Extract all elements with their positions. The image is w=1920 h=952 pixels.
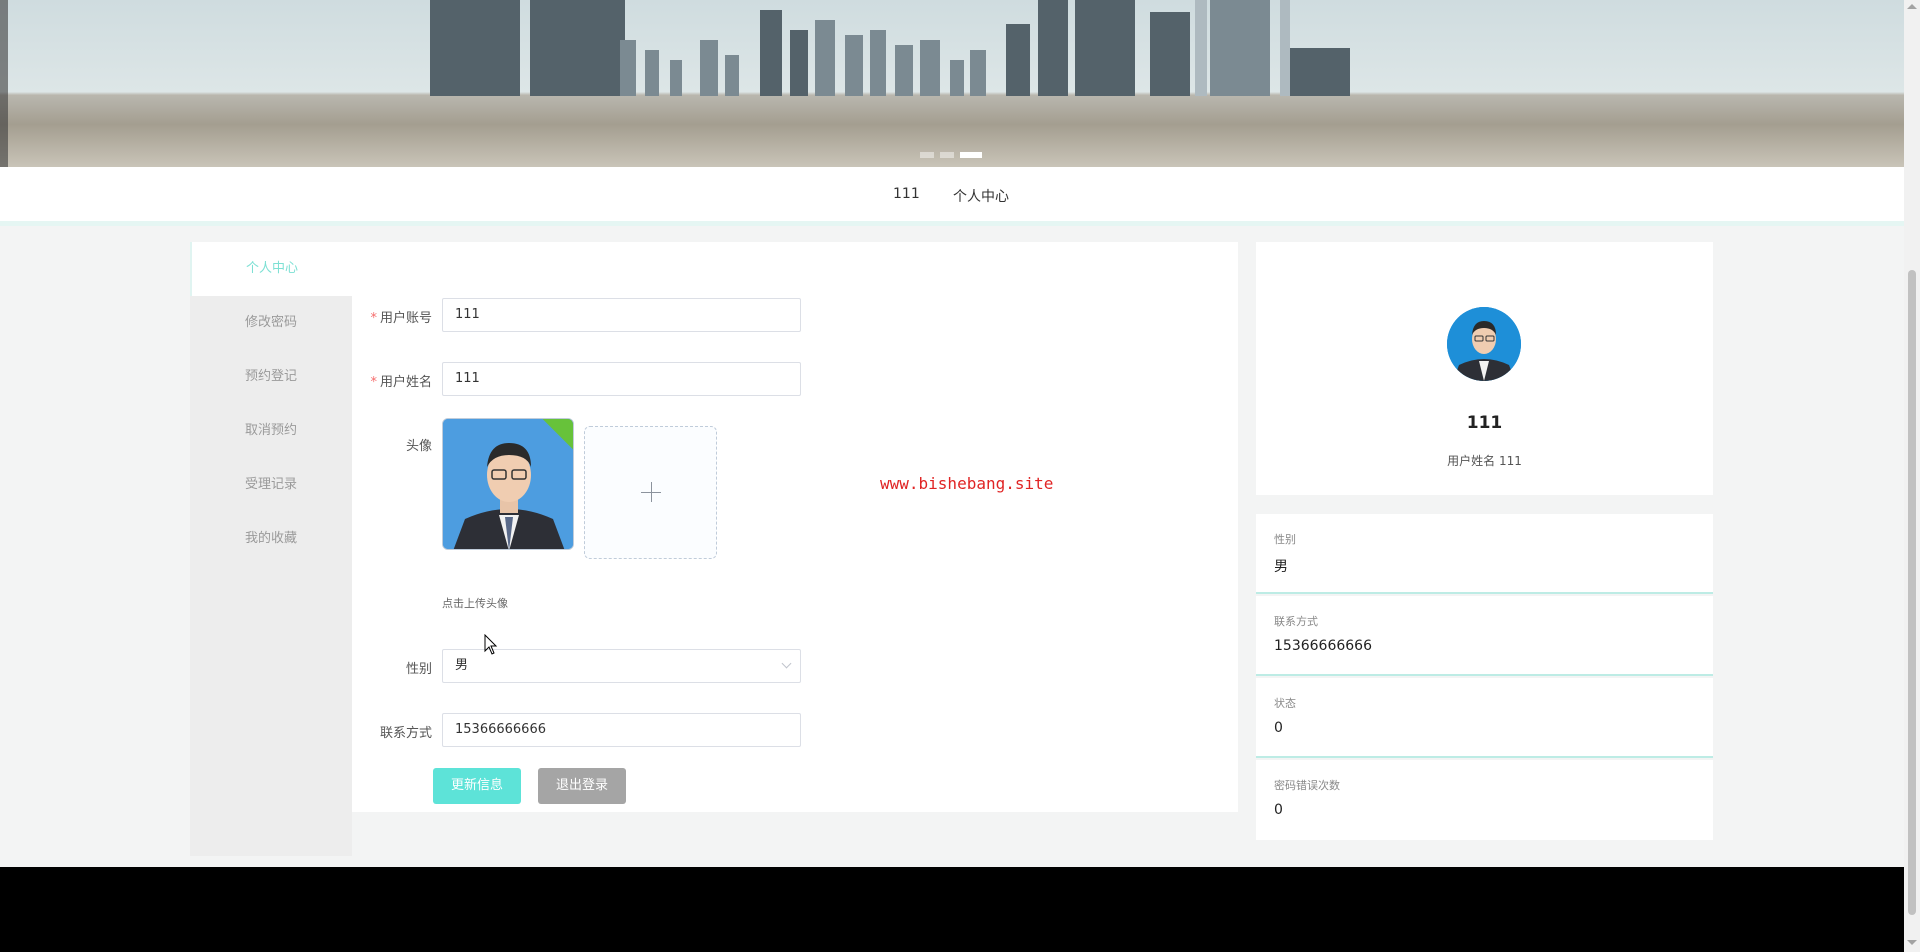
- profile-name: 111: [1466, 413, 1503, 433]
- sidebar-item-change-password[interactable]: 修改密码: [190, 296, 352, 350]
- carousel-dot[interactable]: [940, 152, 954, 158]
- carousel-dot-active[interactable]: [960, 152, 982, 158]
- upload-tip: 点击上传头像: [442, 597, 508, 610]
- avatar-upload-button[interactable]: [584, 426, 717, 559]
- banner-left-edge: [0, 0, 8, 167]
- sidebar-item-reservation[interactable]: 预约登记: [190, 350, 352, 404]
- logout-button[interactable]: 退出登录: [538, 768, 627, 804]
- info-value: 男: [1274, 559, 1288, 575]
- city-skyline-image: [430, 0, 1350, 96]
- plus-icon-vertical: [651, 482, 652, 502]
- vertical-scrollbar[interactable]: [1904, 0, 1920, 952]
- account-input[interactable]: 111: [442, 298, 801, 332]
- sidebar-item-profile[interactable]: 个人中心: [190, 242, 352, 296]
- sidebar-item-cancel-reservation[interactable]: 取消预约: [190, 404, 352, 458]
- top-nav: 111 个人中心: [0, 167, 1904, 226]
- profile-form: * 用户账号 111 * 用户姓名 111 头像 点击上传头像 性别 男 联系方式 …: [352, 242, 1238, 812]
- profile-subtitle: 用户姓名 111: [1256, 452, 1713, 469]
- info-card-gender: 性别 男: [1256, 514, 1713, 594]
- info-label: 密码错误次数: [1274, 779, 1340, 792]
- contact-input[interactable]: 15366666666: [442, 713, 801, 747]
- account-label: * 用户账号: [370, 311, 432, 326]
- left-sidebar: 个人中心 修改密码 预约登记 取消预约 受理记录 我的收藏: [190, 242, 352, 856]
- scroll-down-icon[interactable]: [1907, 940, 1917, 945]
- sidebar-item-records[interactable]: 受理记录: [190, 458, 352, 512]
- carousel-indicators: [920, 152, 982, 158]
- nav-item-user[interactable]: 111: [893, 186, 920, 202]
- gender-label: 性别: [405, 662, 432, 677]
- avatar: [1447, 307, 1521, 381]
- scroll-up-icon[interactable]: [1907, 4, 1917, 9]
- info-value: 15366666666: [1274, 638, 1372, 654]
- info-label: 联系方式: [1274, 615, 1318, 628]
- info-card-password-errors: 密码错误次数 0: [1256, 760, 1713, 840]
- info-value: 0: [1274, 802, 1283, 818]
- info-card-status: 状态 0: [1256, 678, 1713, 758]
- profile-subtitle-label: 用户姓名: [1447, 454, 1496, 468]
- nav-item-profile[interactable]: 个人中心: [953, 186, 1009, 206]
- scroll-thumb[interactable]: [1908, 270, 1916, 915]
- info-value: 0: [1274, 720, 1283, 736]
- name-input[interactable]: 111: [442, 362, 801, 396]
- info-label: 性别: [1274, 533, 1296, 546]
- sidebar-item-favorites[interactable]: 我的收藏: [190, 512, 352, 566]
- carousel-dot[interactable]: [920, 152, 934, 158]
- info-card-contact: 联系方式 15366666666: [1256, 596, 1713, 676]
- avatar-image[interactable]: [442, 418, 574, 550]
- chevron-down-icon: [781, 658, 792, 669]
- update-info-button[interactable]: 更新信息: [433, 768, 522, 804]
- watermark-text: www.bishebang.site: [880, 474, 1054, 493]
- banner-carousel: [0, 0, 1904, 167]
- profile-subtitle-value: 111: [1498, 454, 1522, 468]
- avatar-label: 头像: [405, 439, 432, 454]
- info-label: 状态: [1274, 697, 1296, 710]
- mouse-cursor-icon: [484, 634, 498, 655]
- profile-card: 111 用户姓名 111: [1256, 242, 1713, 495]
- footer: [0, 867, 1904, 952]
- gender-select-value: 男: [455, 658, 469, 673]
- contact-label: 联系方式: [379, 726, 432, 741]
- name-label: * 用户姓名: [370, 375, 432, 390]
